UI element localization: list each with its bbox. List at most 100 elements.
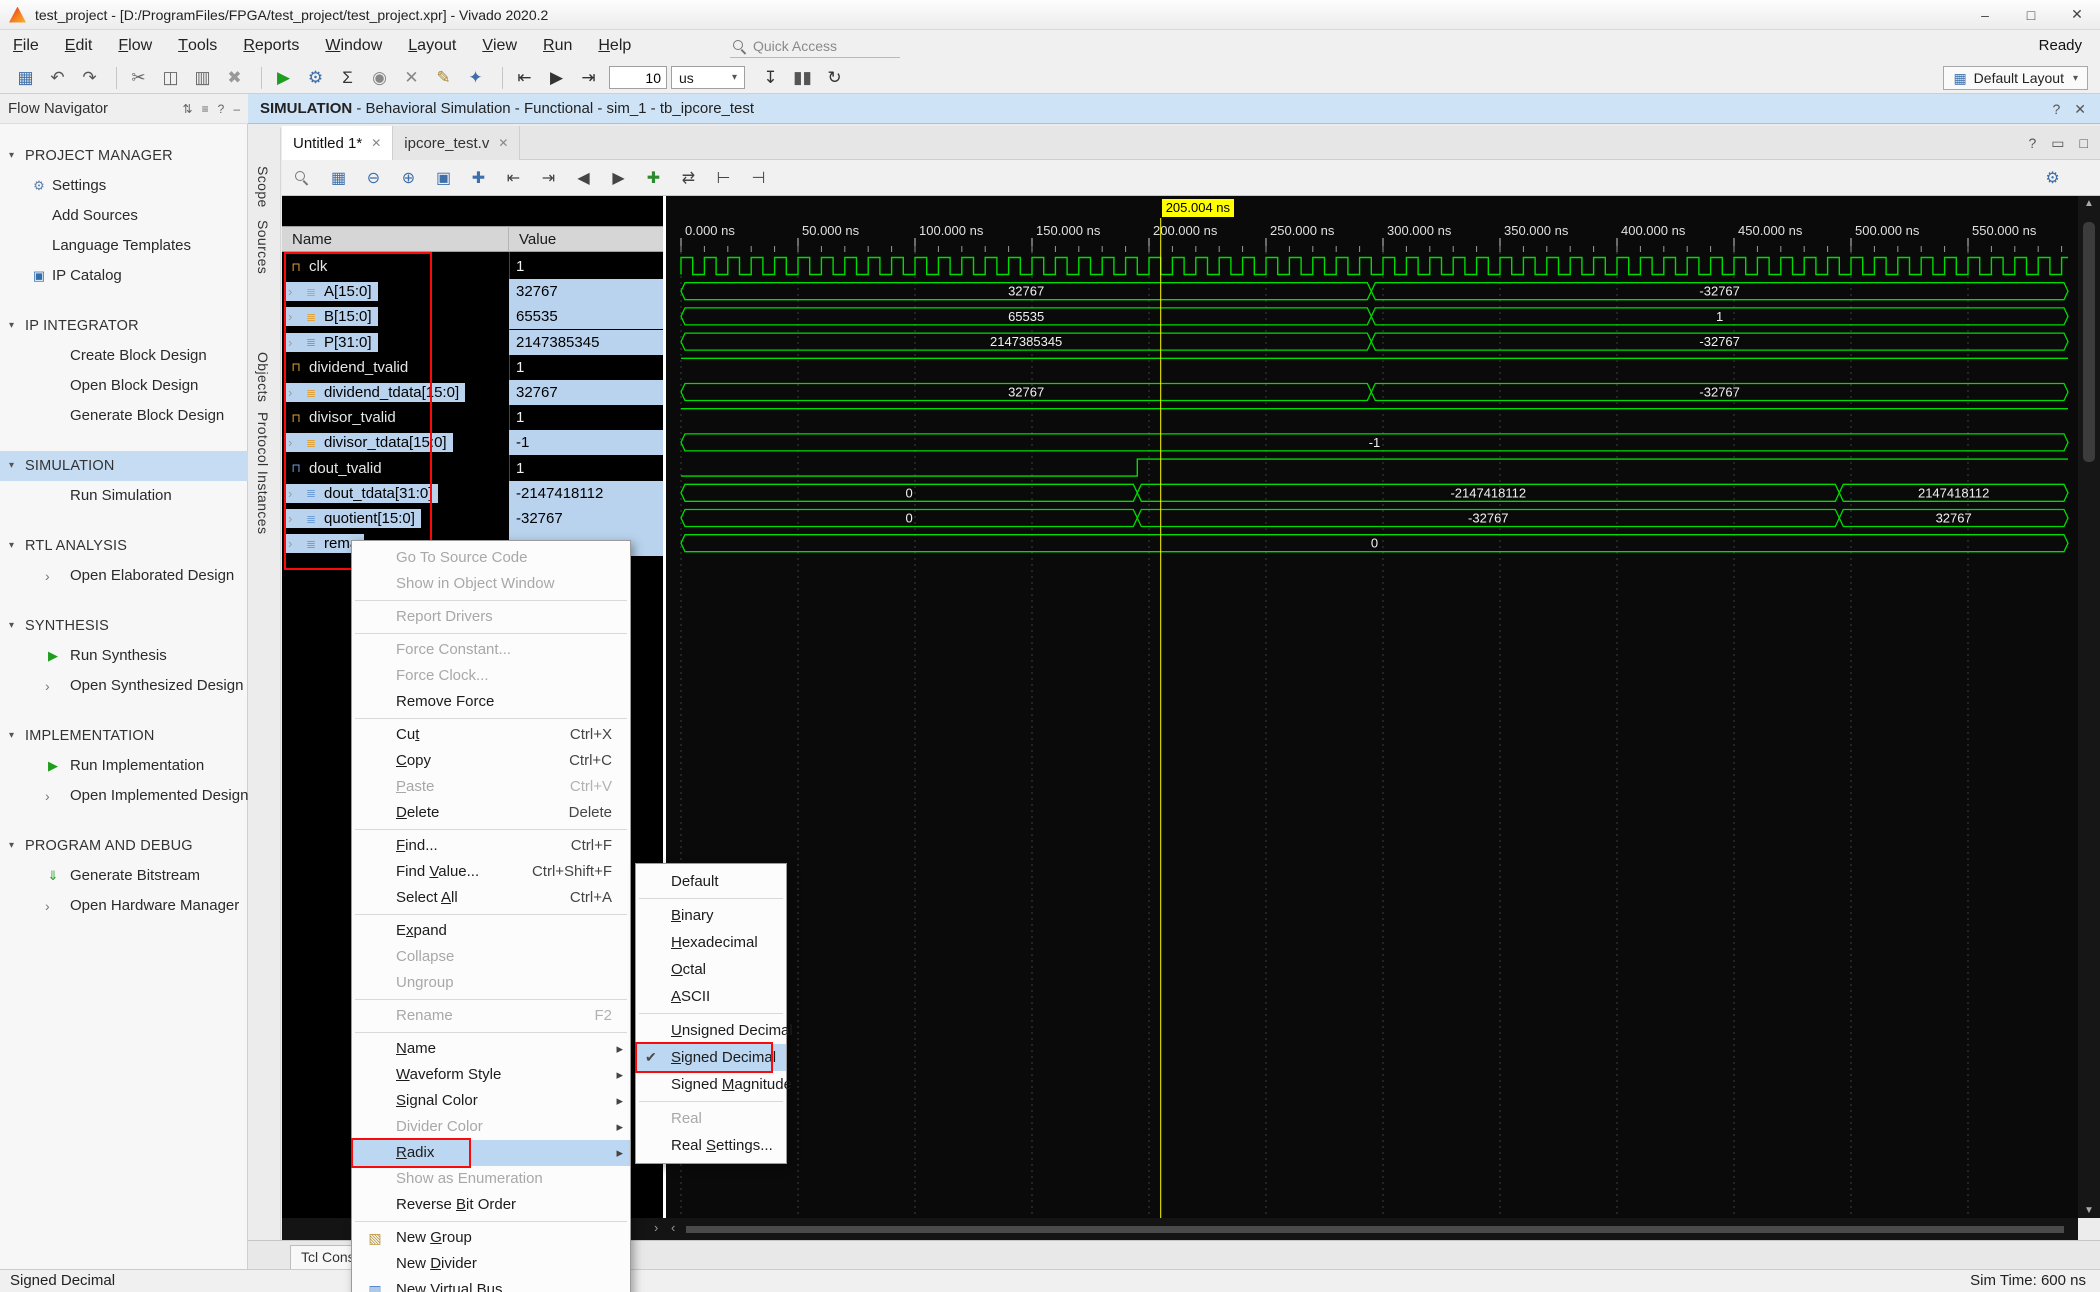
signal-name-cell[interactable]: ⊓dividend_tvalid <box>282 355 509 380</box>
expand-arrow-icon[interactable]: › <box>288 511 300 526</box>
erase-icon[interactable]: ✕ <box>398 66 425 90</box>
run-for-time-icon[interactable]: ⇥ <box>575 66 602 90</box>
menu-item-copy[interactable]: CopyCtrl+C <box>352 748 630 774</box>
menu-item-radix[interactable]: Radix▸ <box>352 1140 630 1166</box>
zoom-to-cursor-icon[interactable]: ✚ <box>465 165 492 191</box>
menu-item-cut[interactable]: CutCtrl+X <box>352 722 630 748</box>
edit-icon[interactable]: ✎ <box>430 66 457 90</box>
flow-item-create-block-design[interactable]: Create Block Design <box>0 341 248 371</box>
flow-item-generate-bitstream[interactable]: ⇓Generate Bitstream <box>0 861 248 891</box>
flow-item-ip-catalog[interactable]: ▣IP Catalog <box>0 261 248 291</box>
vertical-scrollbar[interactable]: ▲ ▼ <box>2078 196 2100 1218</box>
paste-icon[interactable]: ▥ <box>189 66 216 90</box>
restart-simulation-icon[interactable]: ⇤ <box>511 66 538 90</box>
expand-arrow-icon[interactable]: › <box>288 335 300 350</box>
value-column-header[interactable]: Value <box>509 226 666 252</box>
signal-name-cell[interactable]: ⊓divisor_tvalid <box>282 405 509 430</box>
expand-arrow-icon[interactable]: › <box>288 536 300 551</box>
menubar-item-file[interactable]: File <box>0 30 52 62</box>
help-icon[interactable]: ? <box>2029 135 2037 151</box>
probe-icon[interactable]: ✦ <box>462 66 489 90</box>
flow-section-simulation[interactable]: ▾SIMULATION <box>0 451 248 481</box>
flow-item-open-hardware-manager[interactable]: ›Open Hardware Manager <box>0 891 248 921</box>
relaunch-icon[interactable]: ↻ <box>821 66 848 90</box>
signal-name-cell[interactable]: ⊓dout_tvalid <box>282 456 509 481</box>
expand-arrow-icon[interactable]: › <box>45 781 50 811</box>
signal-row-dout-tvalid[interactable]: ⊓dout_tvalid1 <box>282 456 666 481</box>
flow-item-open-block-design[interactable]: Open Block Design <box>0 371 248 401</box>
snap-to-transition-icon[interactable]: ⊢ <box>710 165 737 191</box>
signal-name-cell[interactable]: ›≣P[31:0] <box>282 330 509 355</box>
signal-value-cell[interactable]: 1 <box>509 254 666 279</box>
menu-item-default[interactable]: Default <box>636 868 786 895</box>
side-tab-sources[interactable]: Sources <box>255 220 271 274</box>
maximize-button[interactable]: □ <box>2008 0 2054 29</box>
flow-section-synthesis[interactable]: ▾SYNTHESIS <box>0 611 248 641</box>
go-to-time-0-icon[interactable]: ⇤ <box>500 165 527 191</box>
settings-icon[interactable]: ⚙ <box>302 66 329 90</box>
signal-row-quotient-15-0[interactable]: ›≣quotient[15:0]-32767 <box>282 506 666 531</box>
menubar-item-view[interactable]: View <box>469 30 530 62</box>
menu-item-reverse-bit-order[interactable]: Reverse Bit Order <box>352 1192 630 1218</box>
signal-row-clk[interactable]: ⊓clk1 <box>282 254 666 279</box>
save-icon[interactable]: ▦ <box>12 66 39 90</box>
menu-item-remove-force[interactable]: Remove Force <box>352 689 630 715</box>
flow-section-program-and-debug[interactable]: ▾PROGRAM AND DEBUG <box>0 831 248 861</box>
signal-name-cell[interactable]: ›≣A[15:0] <box>282 279 509 304</box>
step-icon[interactable]: ↧ <box>757 66 784 90</box>
cursor-time-label[interactable]: 205.004 ns <box>1162 199 1234 217</box>
wave-settings-icon[interactable]: ⚙ <box>2039 165 2066 191</box>
copy-icon[interactable]: ◫ <box>157 66 184 90</box>
help-icon[interactable]: ? <box>2052 94 2060 124</box>
close-icon[interactable]: ✕ <box>371 136 381 150</box>
signal-row-divisor-tvalid[interactable]: ⊓divisor_tvalid1 <box>282 405 666 430</box>
layout-select[interactable]: ▦ Default Layout ▾ <box>1943 66 2088 90</box>
signal-row-a-15-0[interactable]: ›≣A[15:0]32767 <box>282 279 666 304</box>
menubar-item-edit[interactable]: Edit <box>52 30 106 62</box>
menubar-item-flow[interactable]: Flow <box>105 30 165 62</box>
zoom-in-icon[interactable]: ⊕ <box>395 165 422 191</box>
run-icon[interactable]: ▶ <box>270 66 297 90</box>
menubar-item-tools[interactable]: Tools <box>165 30 230 62</box>
signal-value-cell[interactable]: 32767 <box>509 380 666 405</box>
signal-name-cell[interactable]: ⊓clk <box>282 254 509 279</box>
flow-item-generate-block-design[interactable]: Generate Block Design <box>0 401 248 431</box>
menu-item-find-value[interactable]: Find Value...Ctrl+Shift+F <box>352 859 630 885</box>
signal-row-divisor-tdata-15-0[interactable]: ›≣divisor_tdata[15:0]-1 <box>282 430 666 455</box>
run-time-input[interactable] <box>609 66 667 89</box>
side-tab-scope[interactable]: Scope <box>255 166 271 208</box>
side-tab-protocol-instances[interactable]: Protocol Instances <box>255 412 271 534</box>
menu-item-signal-color[interactable]: Signal Color▸ <box>352 1088 630 1114</box>
signal-value-cell[interactable]: -1 <box>509 430 666 455</box>
side-tab-objects[interactable]: Objects <box>255 352 271 402</box>
signal-name-cell[interactable]: ›≣divisor_tdata[15:0] <box>282 430 509 455</box>
menubar-item-window[interactable]: Window <box>312 30 395 62</box>
scrollbar-thumb[interactable] <box>686 1226 2064 1233</box>
waveform-area[interactable]: 0.000 ns50.000 ns100.000 ns150.000 ns200… <box>666 196 2078 1218</box>
scroll-up-icon[interactable]: ▲ <box>2078 198 2100 209</box>
signal-row-dividend-tdata-15-0[interactable]: ›≣dividend_tdata[15:0]32767 <box>282 380 666 405</box>
signal-value-cell[interactable]: 1 <box>509 405 666 430</box>
signal-value-cell[interactable]: -32767 <box>509 506 666 531</box>
close-button[interactable]: ✕ <box>2054 0 2100 29</box>
menubar-item-reports[interactable]: Reports <box>230 30 312 62</box>
flow-item-add-sources[interactable]: Add Sources <box>0 201 248 231</box>
scrollbar-thumb[interactable] <box>2083 222 2095 462</box>
cut-icon[interactable]: ✂ <box>125 66 152 90</box>
menu-item-find[interactable]: Find...Ctrl+F <box>352 833 630 859</box>
expand-arrow-icon[interactable]: › <box>45 891 50 921</box>
signal-row-dout-tdata-31-0[interactable]: ›≣dout_tdata[31:0]-2147418112 <box>282 481 666 506</box>
tab-ipcore-test-v[interactable]: ipcore_test.v✕ <box>393 126 520 160</box>
expand-arrow-icon[interactable]: › <box>45 561 50 591</box>
expand-arrow-icon[interactable]: › <box>288 284 300 299</box>
debug-icon[interactable]: ◉ <box>366 66 393 90</box>
menu-item-new-group[interactable]: ▧New Group <box>352 1225 630 1251</box>
signal-name-cell[interactable]: ›≣B[15:0] <box>282 304 509 329</box>
flow-item-open-implemented-design[interactable]: ›Open Implemented Design <box>0 781 248 811</box>
minimize-button[interactable]: – <box>1962 0 2008 29</box>
menu-item-ascii[interactable]: ASCII <box>636 983 786 1010</box>
tab-untitled-1[interactable]: Untitled 1*✕ <box>282 126 393 160</box>
signal-row-b-15-0[interactable]: ›≣B[15:0]65535 <box>282 304 666 329</box>
report-icon[interactable]: Σ <box>334 66 361 90</box>
undo-icon[interactable]: ↶ <box>44 66 71 90</box>
